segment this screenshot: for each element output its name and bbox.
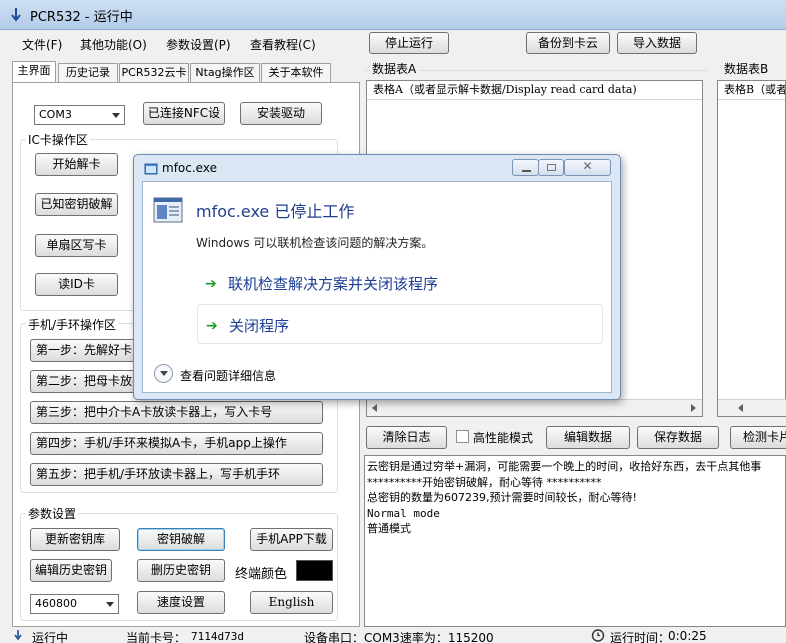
- maximize-icon: [547, 164, 556, 171]
- start-crack-button[interactable]: 开始解卡: [35, 153, 118, 176]
- log-line: 总密钥的数量为607239,预计需要时间较长，耐心等待!: [367, 491, 637, 504]
- import-button[interactable]: 导入数据: [617, 32, 697, 54]
- clear-log-button[interactable]: 清除日志: [366, 426, 447, 449]
- port-value: COM3: [39, 108, 72, 121]
- app-icon: [11, 8, 21, 22]
- table-b-hscrollbar[interactable]: [718, 399, 786, 416]
- update-keys-button[interactable]: 更新密钥库: [30, 528, 120, 551]
- card-number-label: 当前卡号：: [126, 631, 187, 643]
- app-download-button[interactable]: 手机APP下载: [250, 528, 333, 551]
- menu-tutorial[interactable]: 查看教程(C): [250, 36, 316, 53]
- close-icon: ✕: [582, 159, 593, 173]
- table-a-header: 表格A（或者显示解卡数据/Display read card data): [367, 81, 702, 100]
- baud-value: 460800: [35, 597, 77, 610]
- close-program-option[interactable]: ➔ 关闭程序: [197, 304, 603, 344]
- tab-cloud[interactable]: PCR532云卡: [119, 63, 189, 83]
- port-info: 设备串口：COM3速率为：115200: [304, 631, 494, 643]
- scroll-left-icon[interactable]: [372, 404, 377, 412]
- edit-history-button[interactable]: 编辑历史密钥: [30, 559, 112, 582]
- table-a-hscrollbar[interactable]: [367, 399, 702, 416]
- delete-history-button[interactable]: 删历史密钥: [137, 559, 225, 582]
- step-3-button[interactable]: 第三步：把中介卡A卡放读卡器上，写入卡号: [30, 401, 323, 424]
- window-title: PCR532 - 运行中: [30, 10, 133, 25]
- log-line: **********开始密钥破解，耐心等待 **********: [367, 475, 602, 489]
- log-line: Normal mode: [367, 506, 440, 520]
- dialog-heading: mfoc.exe 已停止工作: [196, 202, 355, 221]
- english-button[interactable]: English: [250, 591, 333, 614]
- clock-icon: [591, 629, 605, 642]
- port-select[interactable]: COM3: [34, 105, 125, 125]
- arrow-right-icon: ➔: [206, 318, 218, 334]
- program-icon: [153, 197, 183, 223]
- speed-settings-button[interactable]: 速度设置: [137, 591, 225, 614]
- read-id-button[interactable]: 读ID卡: [35, 273, 118, 296]
- log-line: 普通模式: [367, 522, 411, 535]
- view-details-link[interactable]: 查看问题详细信息: [180, 367, 276, 384]
- phone-group-label: 手机/手环操作区: [26, 316, 119, 333]
- menu-other[interactable]: 其他功能(O): [80, 36, 147, 53]
- baud-select[interactable]: 460800: [30, 594, 119, 614]
- single-sector-write-button[interactable]: 单扇区写卡: [35, 234, 118, 257]
- terminal-color-label: 终端颜色: [235, 567, 288, 582]
- menu-file[interactable]: 文件(F): [22, 36, 62, 53]
- nfc-connected-button[interactable]: 已连接NFC设: [143, 102, 225, 125]
- ic-card-group-label: IC卡操作区: [26, 131, 90, 148]
- error-dialog: mfoc.exe ✕ mfoc.exe 已停止工作 Windows 可以联机检查…: [133, 154, 621, 400]
- chevron-down-icon: [160, 371, 168, 376]
- runtime-label: 运行时间：: [610, 631, 671, 643]
- table-a-group-label: 数据表A: [370, 60, 419, 77]
- install-driver-button[interactable]: 安装驱动: [240, 102, 322, 125]
- chevron-down-icon: [112, 113, 120, 118]
- running-icon: [14, 630, 22, 641]
- log-area[interactable]: 云密钥是通过穷举+漏洞，可能需要一个晚上的时间，收拾好东西，去干点其他事 ***…: [364, 455, 786, 627]
- check-online-option[interactable]: ➔ 联机检查解决方案并关闭该程序: [197, 263, 603, 303]
- tab-history[interactable]: 历史记录: [58, 63, 118, 83]
- close-button[interactable]: ✕: [564, 159, 611, 176]
- minimize-icon: [522, 170, 531, 172]
- scroll-right-icon[interactable]: [691, 404, 696, 412]
- maximize-button[interactable]: [538, 159, 564, 176]
- tab-about[interactable]: 关于本软件: [261, 63, 331, 83]
- known-key-crack-button[interactable]: 已知密钥破解: [35, 193, 118, 216]
- close-program-label: 关闭程序: [229, 317, 290, 335]
- runtime-value: 0:0:25: [668, 629, 707, 643]
- terminal-color-swatch[interactable]: [296, 560, 333, 581]
- mfoc-window-icon: [144, 163, 158, 175]
- tab-ntag[interactable]: Ntag操作区: [190, 63, 260, 83]
- table-b[interactable]: 表格B（或者: [717, 80, 786, 417]
- tab-main[interactable]: 主界面: [12, 61, 56, 83]
- save-data-button[interactable]: 保存数据: [637, 426, 719, 449]
- log-line: 云密钥是通过穷举+漏洞，可能需要一个晚上的时间，收拾好东西，去干点其他事: [367, 460, 762, 473]
- edit-data-button[interactable]: 编辑数据: [546, 426, 630, 449]
- step-4-button[interactable]: 第四步：手机/手环来模拟A卡，手机app上操作: [30, 432, 323, 455]
- table-b-group-label: 数据表B: [722, 60, 771, 77]
- menu-params[interactable]: 参数设置(P): [166, 36, 231, 53]
- card-number: 7114d73d: [191, 630, 244, 643]
- status-state: 运行中: [32, 631, 69, 643]
- dialog-message: Windows 可以联机检查该问题的解决方案。: [196, 236, 434, 250]
- minimize-button[interactable]: [512, 159, 539, 176]
- dialog-title: mfoc.exe: [162, 161, 217, 175]
- check-online-label: 联机检查解决方案并关闭该程序: [228, 275, 439, 293]
- key-crack-button[interactable]: 密钥破解: [137, 528, 225, 551]
- backup-button[interactable]: 备份到卡云: [526, 32, 610, 54]
- scroll-left-icon[interactable]: [738, 404, 743, 412]
- step-5-button[interactable]: 第五步：把手机/手环放读卡器上，写手机手环: [30, 463, 323, 486]
- detect-card-button[interactable]: 检测卡片: [730, 426, 786, 449]
- param-group-label: 参数设置: [26, 505, 79, 522]
- stop-button[interactable]: 停止运行: [369, 32, 449, 54]
- arrow-right-icon: ➔: [205, 276, 217, 292]
- high-perf-checkbox[interactable]: [456, 430, 469, 443]
- expand-details-button[interactable]: [154, 364, 173, 383]
- table-b-header: 表格B（或者: [718, 81, 785, 100]
- high-perf-label: 高性能模式: [473, 431, 534, 445]
- chevron-down-icon: [106, 602, 114, 607]
